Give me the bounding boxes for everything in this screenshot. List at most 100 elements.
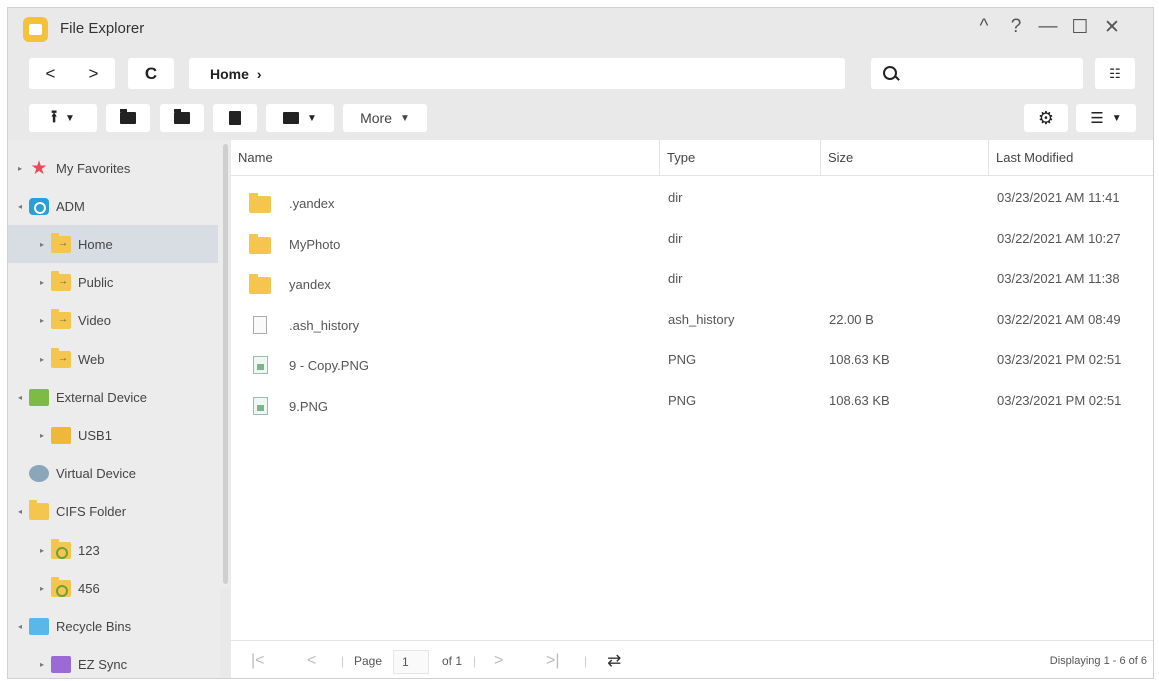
file-type-cell: PNG (668, 392, 697, 408)
minimize-button[interactable]: — (1035, 16, 1061, 38)
open-folder-button[interactable] (160, 104, 204, 132)
adm-icon (29, 197, 49, 215)
file-list: Name Type Size Last Modified .yandex dir 0… (231, 140, 1153, 640)
list-options-icon: ☷ (1109, 65, 1121, 81)
shared-folder-icon (51, 271, 71, 292)
file-type-cell: dir (668, 190, 683, 205)
settings-button[interactable]: ⚙ (1024, 104, 1068, 132)
tree-node[interactable]: ▸ Web (8, 340, 218, 378)
tree-toggle-icon[interactable]: ▸ (38, 316, 46, 325)
tree-scrollbar-thumb[interactable] (223, 144, 228, 584)
shared-folder-icon (51, 347, 71, 368)
tree-toggle-icon[interactable]: ▸ (38, 355, 46, 364)
file-type-cell: ash_history (668, 311, 735, 327)
breadcrumb-home[interactable]: Home (210, 66, 249, 82)
file-icon (253, 315, 267, 334)
tree-toggle-icon[interactable]: ◂ (16, 202, 24, 211)
tree-node-label: EZ Sync (78, 657, 128, 673)
tree-node[interactable]: ▸ 456 (8, 569, 218, 607)
more-label: More (360, 110, 392, 126)
path-bar[interactable]: Home › (189, 58, 845, 89)
tree-toggle-icon[interactable]: ▸ (38, 546, 46, 555)
back-button[interactable]: < (46, 64, 56, 84)
upload-icon: ⭱ (51, 106, 58, 126)
pager-divider: | (584, 654, 588, 668)
chevron-down-icon: ▼ (65, 112, 75, 124)
file-name-cell: .ash_history (289, 317, 360, 333)
tree-node-label: USB1 (78, 427, 112, 443)
title-bar: File Explorer ^ ? — ☐ ✕ (8, 8, 1153, 51)
file-name-cell: .yandex (289, 196, 335, 211)
forward-button[interactable]: > (89, 64, 99, 84)
image-file-icon (253, 396, 268, 415)
column-header-name[interactable]: Name (231, 140, 660, 176)
search-box[interactable] (871, 58, 1083, 89)
new-folder-button[interactable] (106, 104, 150, 132)
tree-toggle-icon[interactable]: ▸ (38, 584, 46, 593)
tree-node-label: Video (78, 313, 112, 329)
view-mode-button[interactable]: ☰ ▼ (1076, 104, 1136, 132)
column-header-last-modified[interactable]: Last Modified (989, 140, 1153, 176)
column-header-size[interactable]: Size (821, 140, 989, 176)
tree-node[interactable]: ◂ CIFS Folder (8, 493, 218, 531)
select-all-button[interactable] (213, 104, 257, 132)
tree-node[interactable]: ▸ EZ Sync (8, 646, 218, 678)
pager-divider: | (473, 654, 477, 668)
pager-divider: | (341, 654, 345, 668)
refresh-button[interactable]: C (128, 58, 174, 89)
refresh-list-icon[interactable]: ⇄ (607, 641, 621, 678)
folder-icon (29, 500, 49, 521)
last-page-button[interactable]: >| (546, 641, 560, 678)
more-menu-button[interactable]: More ▼ (343, 104, 427, 132)
file-name-cell: MyPhoto (289, 236, 341, 252)
tree-node[interactable]: ◂ ADM (8, 187, 218, 225)
table-row[interactable]: 9.PNG PNG 108.63 KB 03/23/2021 PM 02:51 (231, 387, 1153, 427)
tree-toggle-icon[interactable]: ▸ (16, 164, 24, 173)
file-type-cell: PNG (668, 352, 697, 367)
tree-toggle-icon[interactable]: ▸ (38, 240, 46, 249)
folder-tree: ▸ ★ My Favorites ◂ ADM ▸ Home ▸ Public ▸ Video ▸ Web… (8, 140, 220, 678)
tree-toggle-icon[interactable]: ◂ (16, 507, 24, 516)
close-button[interactable]: ✕ (1099, 16, 1125, 39)
tree-node-label: 456 (78, 580, 100, 596)
next-page-button[interactable]: > (494, 641, 503, 678)
tree-node[interactable]: ▸ USB1 (8, 416, 218, 454)
tree-node-label: My Favorites (56, 160, 131, 176)
back-forward-group: < > (29, 58, 115, 89)
tree-node-label: Virtual Device (56, 466, 136, 482)
help-button[interactable]: ? (1003, 16, 1029, 38)
tree-node[interactable]: ▸ Public (8, 264, 218, 302)
tree-toggle-icon[interactable]: ◂ (16, 393, 24, 402)
tree-scrollbar[interactable] (220, 140, 230, 588)
tree-node[interactable]: ▸ Home (8, 225, 218, 264)
tree-node[interactable]: ◂ External Device (8, 378, 218, 416)
tree-node[interactable]: ▸ ★ My Favorites (8, 149, 218, 187)
tree-node[interactable]: ▸ 123 (8, 531, 218, 569)
upload-button[interactable]: ⭱ ▼ (29, 104, 97, 132)
view-toggle-button[interactable]: ☷ (1095, 58, 1135, 89)
tree-node-label: Web (78, 351, 105, 367)
file-modified-cell: 03/23/2021 AM 11:41 (997, 190, 1120, 205)
usb-icon (51, 426, 71, 444)
previous-page-button[interactable]: < (307, 641, 316, 678)
folder-action-icon (174, 109, 190, 124)
tree-node-label: Home (78, 236, 113, 252)
file-size-cell: 108.63 KB (829, 392, 890, 408)
tree-node[interactable]: Virtual Device (8, 455, 218, 493)
tree-toggle-icon[interactable]: ▸ (38, 431, 46, 440)
tree-node-label: CIFS Folder (56, 504, 127, 520)
tree-toggle-icon[interactable]: ▸ (38, 278, 46, 287)
page-number-input[interactable]: 1 (393, 650, 429, 674)
first-page-button[interactable]: |< (251, 641, 265, 678)
tree-node[interactable]: ◂ Recycle Bins (8, 607, 218, 645)
pagination-bar: |< < | Page 1 of 1 | > >| | ⇄ Displaying… (231, 640, 1153, 678)
tree-node-label: Public (78, 275, 114, 291)
collapse-button[interactable]: ^ (971, 16, 997, 38)
tree-node[interactable]: ▸ Video (8, 302, 218, 340)
file-modified-cell: 03/23/2021 PM 02:51 (997, 392, 1122, 408)
tree-toggle-icon[interactable]: ◂ (16, 622, 24, 631)
tree-toggle-icon[interactable]: ▸ (38, 660, 46, 669)
column-header-type[interactable]: Type (660, 140, 821, 176)
share-menu-button[interactable]: ▼ (266, 104, 334, 132)
maximize-button[interactable]: ☐ (1067, 16, 1093, 39)
